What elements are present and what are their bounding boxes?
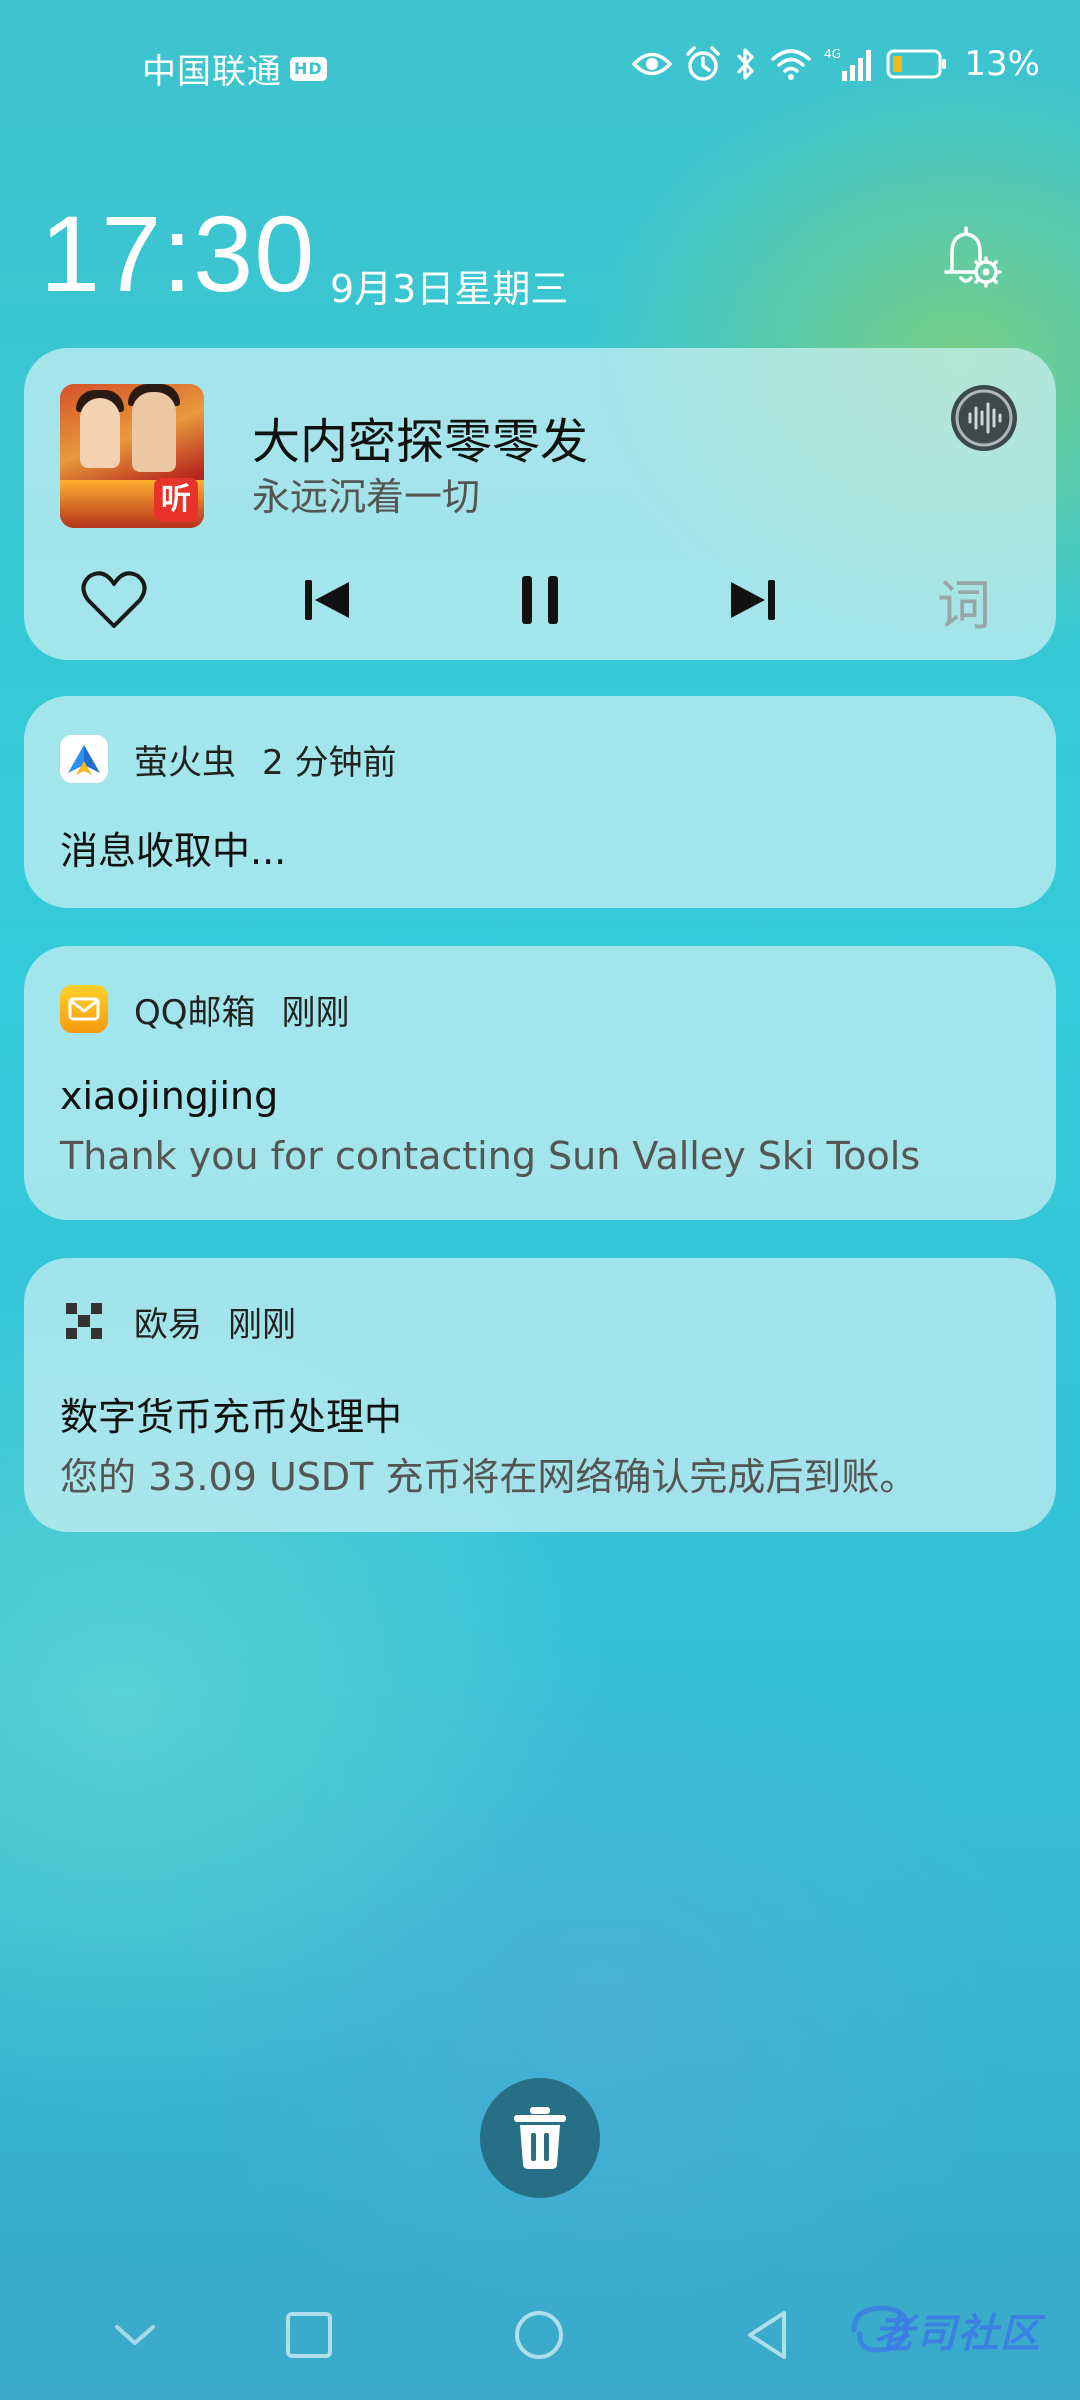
- notification-app-name: 萤火虫: [134, 742, 236, 783]
- notification-settings-button[interactable]: [934, 222, 1006, 294]
- notification-time: 2 分钟前: [262, 742, 397, 783]
- carrier: 中国联通 HD: [142, 44, 327, 93]
- pause-button[interactable]: [500, 560, 580, 640]
- notification-header: QQ邮箱 刚刚: [60, 984, 350, 1034]
- next-track-button[interactable]: [712, 560, 792, 640]
- notification-body: Thank you for contacting Sun Valley Ski …: [60, 1134, 921, 1178]
- previous-track-button[interactable]: [288, 560, 368, 640]
- battery-percent: 13%: [964, 44, 1040, 84]
- like-button[interactable]: [74, 560, 154, 640]
- date-label: 9月3日星期三: [330, 267, 569, 311]
- music-player-card[interactable]: 听 大内密探零零发 永远沉着一切 词: [24, 348, 1056, 660]
- square-icon: [286, 2312, 332, 2358]
- notification-body: 您的 33.09 USDT 充币将在网络确认完成后到账。: [60, 1455, 918, 1499]
- bell-settings-icon: [944, 226, 1002, 288]
- collapse-button[interactable]: [90, 2290, 180, 2380]
- eye-icon: [632, 52, 673, 76]
- notification-header: 欧易 刚刚: [60, 1296, 296, 1346]
- clock-time: 17:30: [40, 193, 316, 314]
- song-title: 大内密探零零发: [252, 414, 589, 470]
- recent-apps-button[interactable]: [264, 2290, 354, 2380]
- battery-icon: [886, 49, 947, 79]
- status-bar: 中国联通 HD 4G 13%: [0, 0, 1080, 130]
- home-button[interactable]: [494, 2290, 584, 2380]
- playback-controls: 词: [24, 560, 1056, 640]
- notification-title: xiaojingjing: [60, 1074, 279, 1118]
- triangle-back-icon: [748, 2311, 786, 2359]
- alarm-icon: [686, 46, 721, 81]
- back-button[interactable]: [722, 2290, 812, 2380]
- network-type-label: 4G: [824, 47, 841, 61]
- notification-app-name: QQ邮箱: [134, 992, 256, 1033]
- pause-icon: [522, 576, 558, 624]
- okx-app-icon: [60, 1297, 108, 1345]
- watermark-text: 老司社区: [874, 2311, 1042, 2357]
- wifi-icon: [771, 49, 812, 80]
- notification-time: 刚刚: [281, 992, 350, 1033]
- carrier-name: 中国联通: [142, 52, 282, 92]
- cellular-signal-icon: 4G: [824, 47, 872, 81]
- chevron-down-icon: [115, 2325, 155, 2345]
- audio-output-button[interactable]: [948, 382, 1020, 454]
- album-art[interactable]: 听: [60, 384, 204, 528]
- watermark-logo: 老司社区: [844, 2300, 1042, 2360]
- bluetooth-icon: [737, 48, 755, 80]
- notification-firefly[interactable]: 萤火虫 2 分钟前 消息收取中...: [24, 696, 1056, 908]
- skip-next-icon: [731, 580, 775, 620]
- status-icons: 4G 13%: [632, 44, 1040, 84]
- notification-time: 刚刚: [228, 1304, 296, 1345]
- firefly-app-icon: [60, 735, 108, 783]
- circle-icon: [515, 2311, 563, 2359]
- notification-okx[interactable]: 欧易 刚刚 数字货币充币处理中 您的 33.09 USDT 充币将在网络确认完成…: [24, 1258, 1056, 1532]
- heart-icon: [81, 571, 147, 628]
- lyrics-button[interactable]: 词: [924, 560, 1004, 640]
- notification-app-name: 欧易: [134, 1304, 202, 1345]
- notification-title: 数字货币充币处理中: [60, 1395, 403, 1439]
- notification-header: 萤火虫 2 分钟前: [60, 734, 396, 784]
- trash-icon: [514, 2107, 566, 2169]
- clear-notifications-button[interactable]: [480, 2078, 600, 2198]
- album-badge: 听: [154, 478, 198, 522]
- notification-title: 消息收取中...: [60, 829, 287, 873]
- sound-wave-icon: [951, 385, 1017, 451]
- skip-previous-icon: [305, 580, 349, 620]
- mail-app-icon: [60, 985, 108, 1033]
- song-subtitle: 永远沉着一切: [252, 475, 481, 519]
- notification-qq-mail[interactable]: QQ邮箱 刚刚 xiaojingjing Thank you for conta…: [24, 946, 1056, 1220]
- hd-badge: HD: [290, 56, 327, 81]
